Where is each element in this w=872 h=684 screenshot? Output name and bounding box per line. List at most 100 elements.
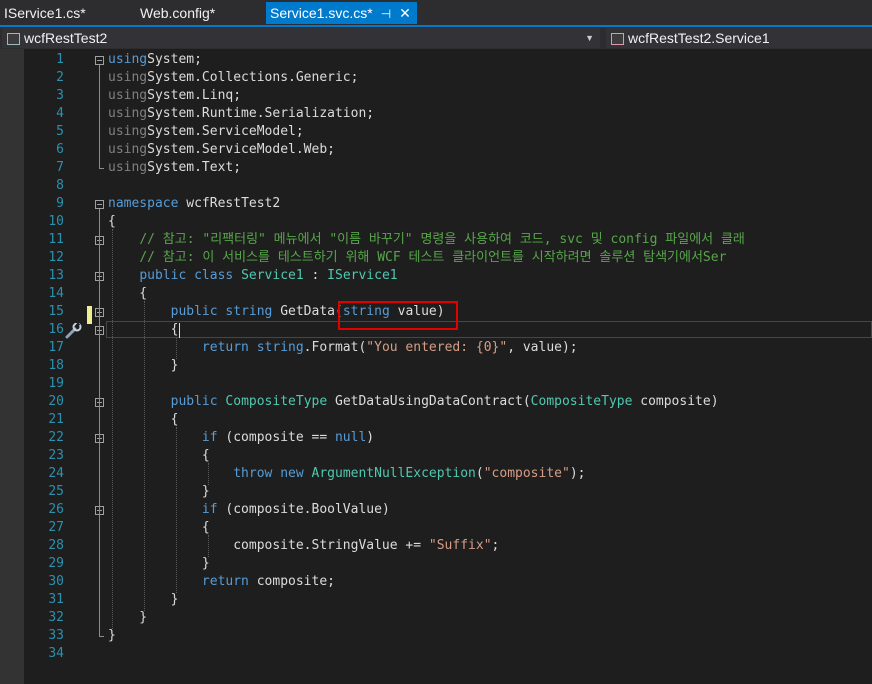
- code-token: {: [108, 286, 148, 301]
- code-token: GetDataUsingDataContract(: [327, 394, 531, 409]
- code-line[interactable]: usingSystem.Text;: [108, 159, 241, 177]
- quick-actions-wrench-icon[interactable]: [64, 323, 84, 339]
- code-token: null: [334, 430, 367, 445]
- code-token: return string: [201, 340, 304, 355]
- code-line[interactable]: namespace wcfRestTest2: [108, 195, 280, 213]
- highlight-box: [338, 301, 458, 330]
- close-icon[interactable]: ✕: [399, 2, 411, 24]
- code-token: // 참고: 이 서비스를 테스트하기 위해 WCF 테스트 클라이언트를 시작…: [139, 250, 727, 265]
- code-line[interactable]: usingSystem.ServiceModel.Web;: [108, 141, 335, 159]
- tab-web-config[interactable]: Web.config*: [140, 2, 215, 24]
- code-token: );: [569, 466, 586, 481]
- line-number: 4: [56, 106, 64, 121]
- code-line[interactable]: public class Service1 : IService1: [108, 267, 397, 285]
- project-dropdown[interactable]: wcfRestTest2 ▼: [2, 28, 600, 48]
- current-line-highlight: [106, 321, 872, 338]
- code-line[interactable]: {: [108, 213, 116, 231]
- code-line[interactable]: return string.Format("You entered: {0}",…: [108, 339, 578, 357]
- code-line[interactable]: return composite;: [108, 573, 335, 591]
- code-line[interactable]: }: [108, 483, 210, 501]
- code-line[interactable]: }: [108, 555, 210, 573]
- line-number: 18: [48, 358, 64, 373]
- code-token: namespace: [108, 196, 179, 211]
- line-number: 11: [48, 232, 64, 247]
- code-line[interactable]: {: [108, 519, 210, 537]
- code-line[interactable]: usingSystem.Runtime.Serialization;: [108, 105, 374, 123]
- code-token: }: [108, 592, 179, 607]
- project-icon: [7, 33, 20, 45]
- code-editor[interactable]: 1 2 3 4 5 6 7 8 9 10 11 12 13 14 15 16 17 18 19 20 21 22 23 24 2…: [0, 49, 872, 684]
- code-line[interactable]: usingSystem.ServiceModel;: [108, 123, 304, 141]
- code-token: composite;: [248, 574, 335, 589]
- line-number: 31: [48, 592, 64, 607]
- line-number: 2: [56, 70, 64, 85]
- code-token: {: [108, 448, 210, 463]
- code-token: }: [108, 358, 179, 373]
- collapse-icon[interactable]: [95, 56, 104, 65]
- code-token: // 참고: "리팩터링" 메뉴에서 "이름 바꾸기" 명령을 사용하여 코드,…: [139, 232, 745, 247]
- code-line[interactable]: if (composite.BoolValue): [108, 501, 390, 519]
- code-token: if: [201, 430, 218, 445]
- code-token: CompositeType: [530, 394, 633, 409]
- member-label: wcfRestTest2.Service1: [628, 30, 770, 46]
- code-token: using: [108, 142, 148, 157]
- code-token: {: [108, 322, 179, 337]
- line-number: 25: [48, 484, 64, 499]
- dropdown-arrow-icon: ▼: [585, 33, 594, 43]
- line-number: 13: [48, 268, 64, 283]
- code-line[interactable]: throw new ArgumentNullException("composi…: [108, 465, 585, 483]
- code-token: "You entered: {0}": [366, 340, 508, 355]
- code-line[interactable]: }: [108, 591, 179, 609]
- line-number: 30: [48, 574, 64, 589]
- code-line[interactable]: }: [108, 627, 116, 645]
- line-number: 7: [56, 160, 64, 175]
- code-line[interactable]: if (composite == null): [108, 429, 374, 447]
- tab-service1-svc[interactable]: Service1.svc.cs* ⊣ ✕: [266, 2, 417, 24]
- code-token: using: [108, 88, 148, 103]
- collapse-icon[interactable]: [95, 200, 104, 209]
- code-line[interactable]: {: [108, 411, 179, 429]
- code-line[interactable]: usingSystem.Linq;: [108, 87, 241, 105]
- code-token: ;: [491, 538, 500, 553]
- code-token: wcfRestTest2: [178, 196, 281, 211]
- code-line[interactable]: }: [108, 609, 147, 627]
- line-number: 34: [48, 646, 64, 661]
- code-token: CompositeType: [225, 394, 328, 409]
- code-token: using: [108, 160, 148, 175]
- class-icon: [611, 33, 624, 45]
- tab-iservice1[interactable]: IService1.cs*: [4, 2, 86, 24]
- code-line[interactable]: // 참고: 이 서비스를 테스트하기 위해 WCF 테스트 클라이언트를 시작…: [108, 249, 726, 267]
- code-line[interactable]: {: [108, 285, 147, 303]
- code-token: {: [108, 214, 116, 229]
- member-dropdown[interactable]: wcfRestTest2.Service1: [606, 28, 872, 48]
- code-line[interactable]: {: [108, 447, 210, 465]
- pin-icon[interactable]: ⊣: [381, 3, 391, 25]
- code-line[interactable]: composite.StringValue += "Suffix";: [108, 537, 499, 555]
- code-token: System.Collections.Generic;: [147, 70, 359, 85]
- code-line[interactable]: usingSystem;: [108, 51, 202, 69]
- code-token: ): [366, 430, 375, 445]
- code-token: {: [108, 412, 179, 427]
- line-number: 12: [48, 250, 64, 265]
- outline-line: [99, 65, 100, 169]
- code-line[interactable]: usingSystem.Collections.Generic;: [108, 69, 358, 87]
- code-token: .Format(: [303, 340, 367, 355]
- code-line[interactable]: // 참고: "리팩터링" 메뉴에서 "이름 바꾸기" 명령을 사용하여 코드,…: [108, 231, 745, 249]
- code-line[interactable]: }: [108, 357, 179, 375]
- code-token: System.Text;: [147, 160, 242, 175]
- code-token: return: [201, 574, 249, 589]
- outline-end: [99, 168, 104, 169]
- code-line[interactable]: public CompositeType GetDataUsingDataCon…: [108, 393, 719, 411]
- line-number: 24: [48, 466, 64, 481]
- change-marker: [87, 306, 92, 324]
- code-line[interactable]: {: [108, 321, 179, 339]
- line-number: 29: [48, 556, 64, 571]
- line-number: 19: [48, 376, 64, 391]
